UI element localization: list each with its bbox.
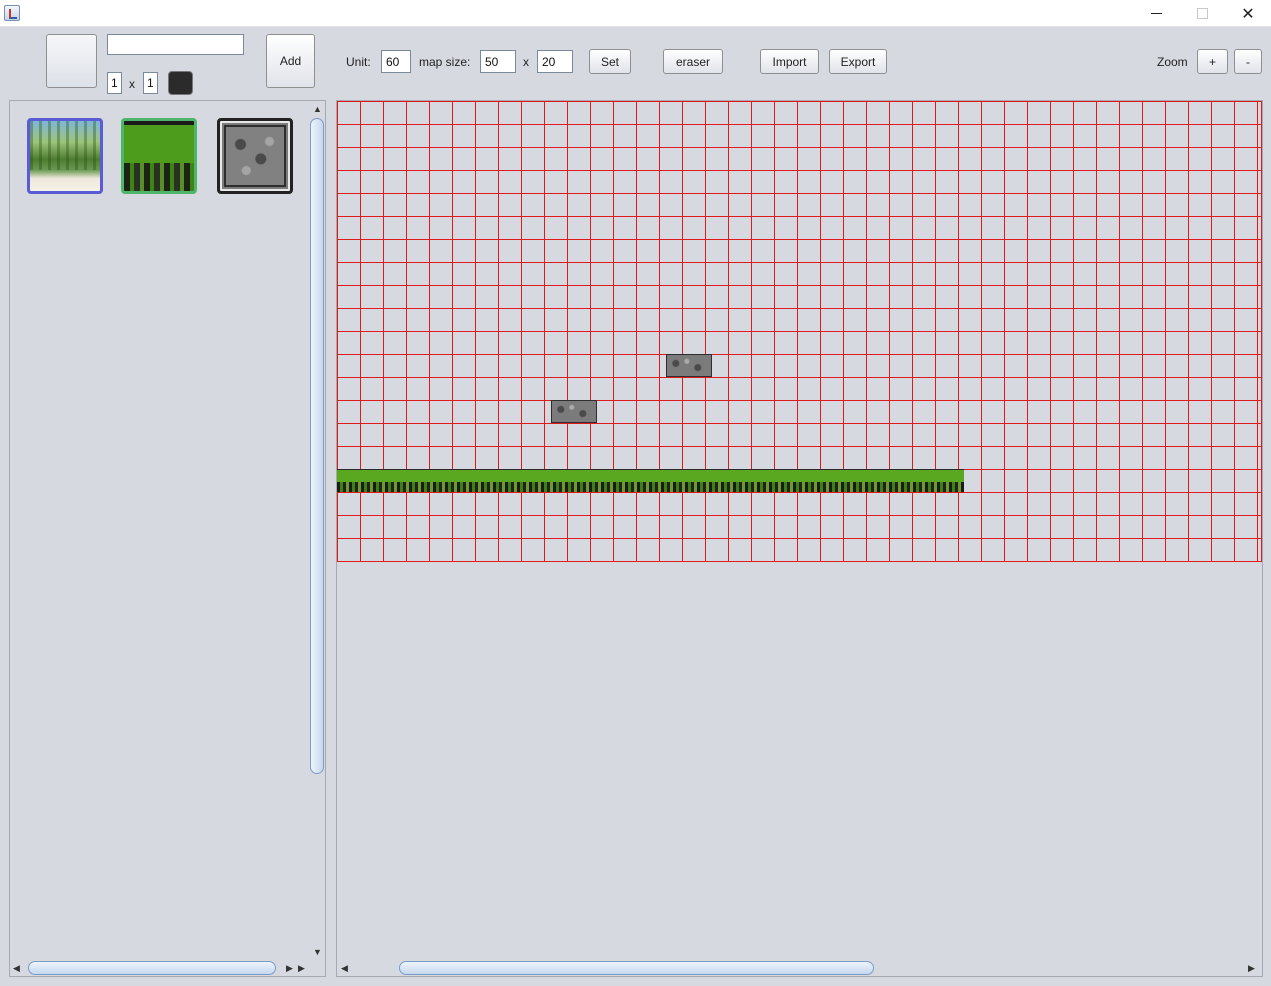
tile-height-input[interactable]: 1 — [143, 72, 158, 94]
placed-grass-row — [337, 469, 964, 492]
placed-stone-block — [551, 400, 597, 423]
map-size-label: map size: — [419, 55, 471, 69]
tile-width-input[interactable]: 1 — [107, 72, 122, 94]
palette-vertical-scroll-thumb[interactable] — [310, 118, 324, 774]
scroll-right-arrow-icon[interactable]: ▶ — [298, 963, 305, 973]
scroll-up-arrow-icon[interactable]: ▲ — [313, 104, 322, 114]
tile-palette-panel — [9, 100, 326, 977]
maximize-button[interactable] — [1179, 0, 1225, 27]
set-button[interactable]: Set — [589, 49, 631, 74]
java-app-icon — [4, 5, 20, 21]
close-button[interactable]: ✕ — [1225, 0, 1271, 27]
color-picker-button[interactable] — [168, 71, 193, 95]
eraser-button[interactable]: eraser — [663, 49, 723, 74]
scroll-right-arrow-icon[interactable]: ▶ — [1248, 963, 1255, 973]
map-height-input[interactable]: 20 — [537, 50, 573, 73]
add-button[interactable]: Add — [266, 34, 315, 88]
scroll-left-arrow-icon[interactable]: ◀ — [13, 963, 20, 973]
map-horizontal-scroll-thumb[interactable] — [399, 961, 874, 975]
map-size-separator: x — [523, 55, 529, 69]
zoom-label: Zoom — [1157, 55, 1188, 69]
minimize-button[interactable] — [1133, 0, 1179, 27]
scroll-down-arrow-icon[interactable]: ▼ — [313, 947, 322, 957]
tile-size-separator: x — [129, 77, 135, 91]
scroll-right-arrow-icon[interactable]: ▶ — [286, 963, 293, 973]
stone-tile[interactable] — [217, 118, 293, 194]
close-icon: ✕ — [1241, 5, 1255, 23]
zoom-out-button[interactable]: - — [1234, 49, 1262, 74]
palette-horizontal-scroll-thumb[interactable] — [28, 961, 276, 975]
unit-input[interactable]: 60 — [381, 50, 411, 73]
map-canvas[interactable] — [336, 100, 1263, 977]
export-button[interactable]: Export — [829, 49, 887, 74]
map-grid[interactable] — [337, 101, 1262, 562]
minimize-icon — [1150, 13, 1162, 14]
tile-preview-button[interactable] — [46, 34, 97, 88]
import-button[interactable]: Import — [760, 49, 819, 74]
title-bar: ✕ — [0, 0, 1271, 27]
jungle-background-tile[interactable] — [27, 118, 103, 194]
zoom-in-button[interactable]: + — [1197, 49, 1228, 74]
unit-label: Unit: — [346, 55, 371, 69]
placed-stone-block — [666, 354, 712, 377]
maximize-icon — [1196, 8, 1208, 19]
map-width-input[interactable]: 50 — [480, 50, 516, 73]
grass-tile[interactable] — [121, 118, 197, 194]
tile-name-input[interactable] — [107, 34, 244, 55]
scroll-left-arrow-icon[interactable]: ◀ — [341, 963, 348, 973]
